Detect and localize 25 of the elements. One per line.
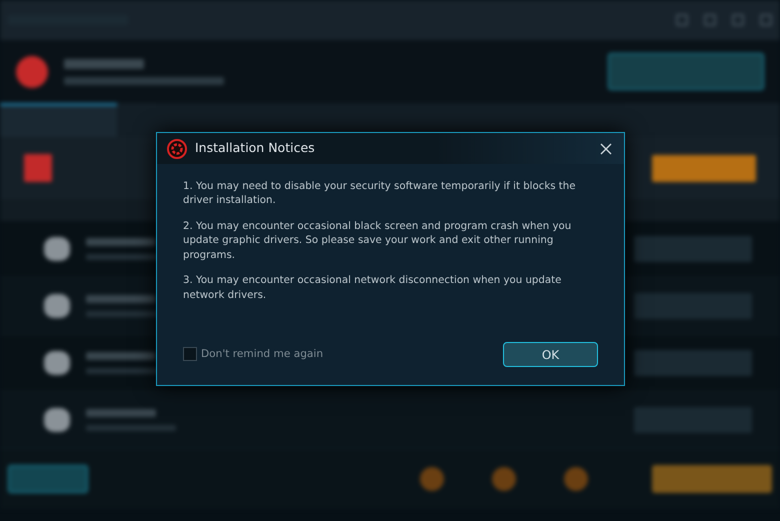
alert-icon bbox=[16, 56, 48, 88]
device-name-blurred bbox=[86, 238, 156, 246]
device-name-blurred bbox=[86, 295, 156, 303]
checkbox-label: Don't remind me again bbox=[201, 346, 324, 362]
notice-text: 3. You may encounter occasional network disconnection when you update network drivers. bbox=[183, 274, 562, 303]
toolbar-icon[interactable] bbox=[420, 467, 444, 491]
dialog-title: Installation Notices bbox=[195, 139, 315, 158]
device-name-blurred bbox=[86, 352, 156, 360]
update-now-button[interactable] bbox=[608, 53, 764, 90]
device-name-blurred bbox=[86, 409, 156, 417]
toolbar-icon[interactable] bbox=[492, 467, 516, 491]
upgrade-button[interactable] bbox=[652, 154, 756, 182]
activate-now-button[interactable] bbox=[652, 465, 772, 493]
notice-text: 2. You may encounter occasional black screen and program crash when you update graphic drivers. So please save your work and exit other running programs. bbox=[183, 220, 572, 263]
close-icon[interactable] bbox=[598, 140, 614, 156]
update-dropdown[interactable] bbox=[634, 350, 752, 376]
update-dropdown[interactable] bbox=[634, 293, 752, 319]
app-logo-icon bbox=[167, 138, 187, 158]
ok-button[interactable]: OK bbox=[503, 342, 598, 367]
checkbox[interactable] bbox=[183, 347, 197, 362]
toolbar-icon[interactable] bbox=[564, 467, 588, 491]
update-dropdown[interactable] bbox=[634, 407, 752, 433]
back-button[interactable] bbox=[8, 465, 88, 493]
update-dropdown[interactable] bbox=[634, 236, 752, 262]
notice-text: 1. You may need to disable your security software temporarily if it blocks the driver installation. bbox=[183, 180, 576, 208]
